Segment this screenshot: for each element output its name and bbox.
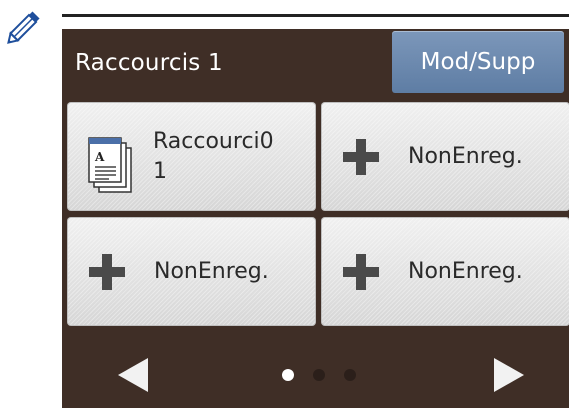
shortcut-tile-1[interactable]: A Raccourci0 1 bbox=[67, 102, 316, 211]
plus-icon bbox=[343, 139, 379, 175]
pencil-icon bbox=[7, 11, 40, 44]
shortcut-1-label-line1: Raccourci0 bbox=[153, 129, 274, 154]
page-dot-1-active bbox=[282, 369, 294, 381]
shortcut-tile-3[interactable]: NonEnreg. bbox=[67, 217, 316, 326]
document-icon: A bbox=[88, 137, 132, 193]
shortcut-1-label-line2: 1 bbox=[153, 159, 167, 184]
shortcut-4-label: NonEnreg. bbox=[408, 259, 523, 284]
page-dot-3 bbox=[344, 369, 356, 381]
svg-text:A: A bbox=[94, 150, 105, 164]
right-arrow-icon[interactable] bbox=[494, 358, 524, 392]
left-arrow-icon[interactable] bbox=[118, 358, 148, 392]
plus-icon bbox=[343, 254, 379, 290]
screen-title: Raccourcis 1 bbox=[75, 50, 223, 76]
mod-supp-button[interactable]: Mod/Supp bbox=[392, 31, 564, 93]
shortcut-tile-2[interactable]: NonEnreg. bbox=[321, 102, 569, 211]
separator-line bbox=[62, 14, 569, 17]
shortcut-3-label: NonEnreg. bbox=[154, 259, 269, 284]
touchscreen-panel: Raccourcis 1 Mod/Supp A Raccourci0 1 Non… bbox=[62, 29, 569, 408]
page-dot-2 bbox=[313, 369, 325, 381]
shortcut-tile-4[interactable]: NonEnreg. bbox=[321, 217, 569, 326]
plus-icon bbox=[89, 254, 125, 290]
shortcut-2-label: NonEnreg. bbox=[408, 144, 523, 169]
